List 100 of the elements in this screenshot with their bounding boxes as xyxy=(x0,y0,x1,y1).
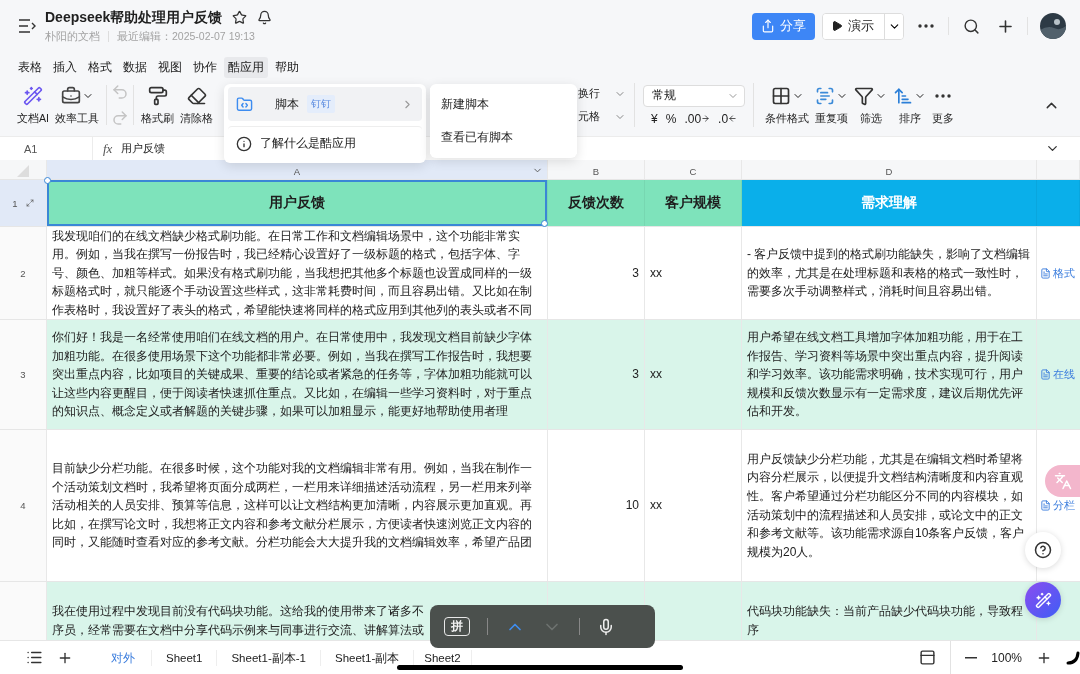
sheet-list-button[interactable] xyxy=(26,649,43,666)
number-format-button[interactable]: .0 xyxy=(714,111,742,126)
bell-icon[interactable] xyxy=(257,10,273,25)
toolbar-button[interactable]: 更多 xyxy=(929,84,958,126)
more-icon xyxy=(935,93,952,98)
code-folder-icon xyxy=(236,95,253,113)
document-owner: 朴阳的文档 xyxy=(45,29,100,44)
header-cell: 需求理解 xyxy=(742,180,1037,226)
search-icon xyxy=(963,17,980,35)
cell-text-line: 序员，经常需要在文档中分享代码示例来与同事进行交流、讲解算法或 xyxy=(52,621,424,639)
magic-wand-icon xyxy=(23,85,43,106)
share-icon xyxy=(761,19,775,33)
filter-icon xyxy=(854,85,875,106)
microphone-icon[interactable] xyxy=(597,617,615,636)
zoom-out-button[interactable] xyxy=(965,656,978,659)
document-icon xyxy=(1040,500,1051,511)
number-format-select[interactable]: 常规 xyxy=(643,84,745,107)
grid-icon xyxy=(770,85,791,106)
number-format-button[interactable]: % xyxy=(661,111,681,126)
table-cell: 用户希望在线文档工具增加字体加粗功能，用于在工作报告、学习资料等场景中突出重点内容，提升阅读和学习效率。该功能需求明确，技术实现可行，用户规模和反馈次数显示有一定需求度，建议后期优先评估和开发。 xyxy=(742,320,1037,429)
more-icon xyxy=(918,24,934,28)
translate-icon xyxy=(1054,472,1072,490)
formula-value[interactable]: 用户反馈 xyxy=(121,141,166,156)
menu-option[interactable]: 脚本 钉钉 xyxy=(228,87,422,121)
table-cell: 目前缺少分栏功能。在很多时候，这个功能对我的文档编辑非常有用。例如，当我在制作一个活动策划文档时，我希望将页面分成两栏，一栏用来详细描述活动流程，另一栏用来列举活动相关的人员安排、预算等信息，这样可以让文档结构更加清晰，内容展示更加直观。再比如，在撰写论文时，我想将正文内容和参考文献分栏展示，方便读者快速浏览正文内容的同时，又能随时查看对应的参考文献。分栏功能会大大提升我的文档编辑效率，希望产品团 xyxy=(47,430,548,581)
minus-icon xyxy=(965,656,978,659)
avatar[interactable] xyxy=(1040,13,1066,39)
table-cell: 10 xyxy=(548,430,645,581)
function-label: fx xyxy=(103,140,113,157)
share-button[interactable]: 分享 xyxy=(752,12,815,40)
expand-icon xyxy=(25,199,34,207)
format-dropdown[interactable]: 元格 xyxy=(578,109,626,124)
menu-item[interactable]: 协作 xyxy=(189,56,221,78)
info-icon xyxy=(236,135,252,152)
menu-item[interactable]: 格式 xyxy=(84,56,116,78)
toolbar-button[interactable]: 条件格式 xyxy=(762,84,813,126)
column-header[interactable]: C xyxy=(645,160,742,179)
document-icon xyxy=(1040,267,1051,279)
menu-item[interactable]: 插入 xyxy=(49,56,81,78)
layout-icon xyxy=(919,649,937,666)
menu-icon[interactable] xyxy=(18,19,37,33)
last-edited: 最近编辑：2025-02-07 19:13 xyxy=(117,29,255,44)
row-header[interactable]: 1 xyxy=(0,180,47,226)
format-dropdown[interactable]: 换行 xyxy=(578,86,626,101)
menu-option[interactable]: 了解什么是酷应用 xyxy=(228,126,422,160)
table-cell: xx xyxy=(645,320,742,429)
table-cell: 3 xyxy=(548,227,645,319)
document-icon xyxy=(1040,369,1051,380)
column-header[interactable]: D xyxy=(742,160,1037,179)
eraser-icon xyxy=(186,85,207,106)
table-cell: 你们好！我是一名经常使用咱们在线文档的用户。在日常使用中，我发现文档目前缺少字体加粗功能。在很多使用场景下这个功能都非常必要。例如，当我在撰写工作报告时，我想要突出重点内容，比如项目的关键成果、重要的结论或者紧急的任务等，字体加粗功能就可以让这些内容更醒目，便于阅读者快速抓住重点。又比如，在编辑一些学习资料时，对于重点的知识点、概念定义或者解题的关键步骤，如果可以加粗显示，能更好地帮助使用者理 xyxy=(47,320,548,429)
help-icon xyxy=(1034,541,1052,559)
cell-text-line: 我在使用过程中发现目前没有代码块功能。这给我的使用带来了诸多不 xyxy=(52,603,424,620)
column-header[interactable]: A xyxy=(47,160,548,179)
arrow-icon xyxy=(701,114,711,123)
paint-roller-icon xyxy=(147,85,168,106)
row-header[interactable]: 3 xyxy=(0,320,47,429)
document-link[interactable]: 格式 xyxy=(1040,265,1075,281)
text-box-icon xyxy=(815,85,836,106)
submenu-option[interactable]: 新建脚本 xyxy=(430,88,577,121)
table-cell: - 客户反馈中提到的格式刷功能缺失，影响了文档编辑的效率，尤其是在处理标题和表格的格式一致性时，需要多次手动调整样式，消耗时间且容易出错。 xyxy=(742,227,1037,319)
present-dropdown-button[interactable] xyxy=(884,13,903,39)
menu-item[interactable]: 视图 xyxy=(154,56,186,78)
toolbar-button[interactable]: 效率工具 xyxy=(52,84,102,126)
input-method-key[interactable]: 拼 xyxy=(444,617,470,636)
menu-item[interactable]: 表格 xyxy=(14,56,46,78)
document-title: Deepseek帮助处理用户反馈 xyxy=(45,8,223,27)
document-link[interactable]: 在线 xyxy=(1040,367,1075,382)
search-button[interactable] xyxy=(963,17,980,35)
toolbar-button[interactable]: 排序 xyxy=(890,84,930,126)
header-cell: 用户反馈 xyxy=(47,180,548,226)
layout-button[interactable] xyxy=(919,649,937,666)
more-button[interactable] xyxy=(918,24,934,28)
header-cell: 客户规模 xyxy=(645,180,742,226)
document-link[interactable]: 分栏 xyxy=(1040,498,1075,513)
column-header[interactable]: B xyxy=(548,160,645,179)
curve-icon xyxy=(1066,650,1080,665)
toolbar-button[interactable]: 格式刷 xyxy=(138,84,177,126)
star-icon[interactable] xyxy=(232,10,248,25)
table-cell: xx xyxy=(645,227,742,319)
zoom-level: 100% xyxy=(991,650,1022,665)
arrow-icon xyxy=(728,114,738,123)
menu-item[interactable]: 帮助 xyxy=(271,56,303,78)
toolbar-button[interactable]: 清除格 xyxy=(177,84,216,126)
play-icon xyxy=(831,20,843,32)
menu-item[interactable]: 酷应用 xyxy=(224,56,268,78)
table-cell: xx xyxy=(645,430,742,581)
submenu-option[interactable]: 查看已有脚本 xyxy=(430,121,577,154)
toolbar-button[interactable]: 筛选 xyxy=(851,84,891,126)
menu-item[interactable]: 数据 xyxy=(119,56,151,78)
row-header[interactable]: 4 xyxy=(0,430,47,581)
briefcase-icon xyxy=(60,85,81,106)
row-header[interactable]: 2 xyxy=(0,227,47,319)
number-format-button[interactable]: .00 xyxy=(680,111,715,126)
toolbar-button[interactable]: 重复项 xyxy=(812,84,852,126)
selection-handle[interactable] xyxy=(44,177,51,184)
number-format-button[interactable]: ¥ xyxy=(647,111,662,126)
toolbar-button[interactable]: 文档AI xyxy=(14,84,52,126)
header-cell: 反馈次数 xyxy=(548,180,645,226)
table-cell: 3 xyxy=(548,320,645,429)
